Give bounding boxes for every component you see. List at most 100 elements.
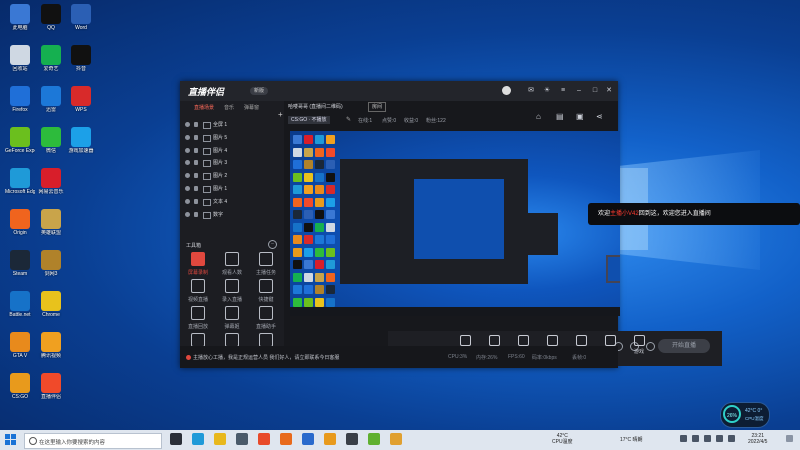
source-item[interactable]: 图片 2: [180, 169, 284, 182]
taskbar-search[interactable]: 在这里输入你要搜索的内容: [24, 433, 162, 449]
source-item[interactable]: 图片 4: [180, 144, 284, 157]
desktop-icon[interactable]: 网易云音乐: [36, 168, 66, 195]
desktop-icon[interactable]: 剑网3: [36, 250, 66, 277]
live-preview[interactable]: [290, 131, 620, 316]
weather[interactable]: 17°C 晴朗: [620, 437, 643, 443]
share-icon[interactable]: ⋖: [596, 112, 603, 121]
notification-icon[interactable]: [786, 435, 793, 442]
toolbox-toggle-icon[interactable]: –: [268, 240, 277, 249]
tab-danmaku[interactable]: 弹幕窗: [244, 104, 259, 111]
gift-icon[interactable]: ⌂: [536, 112, 541, 121]
desktop-icon[interactable]: 迅雷: [36, 86, 66, 113]
lock-icon[interactable]: [194, 147, 198, 153]
eye-icon[interactable]: [185, 185, 190, 191]
lock-icon[interactable]: [194, 160, 198, 166]
taskbar-app-icon[interactable]: [236, 433, 248, 445]
desktop-icon[interactable]: 抖音: [66, 45, 96, 72]
tool-item[interactable]: 视频直播: [181, 279, 215, 303]
source-item[interactable]: 图片 3: [180, 156, 284, 169]
source-item[interactable]: 数字: [180, 208, 284, 221]
taskbar-app-icon[interactable]: [192, 433, 204, 445]
close-icon[interactable]: ✕: [604, 86, 614, 96]
start-live-button[interactable]: 开始直播: [658, 339, 710, 353]
tool-item[interactable]: 直播回放: [181, 306, 215, 330]
lock-icon[interactable]: [194, 211, 198, 217]
clock[interactable]: 23:21 2022/4/5: [748, 433, 767, 445]
eye-icon[interactable]: [185, 198, 190, 204]
lock-icon[interactable]: [194, 173, 198, 179]
cpu-temp-tray[interactable]: 42°C CPU温度: [552, 433, 573, 445]
desktop-icon[interactable]: Battle.net: [5, 291, 35, 318]
desktop-icon[interactable]: 英雄联盟: [36, 209, 66, 236]
desktop-icon[interactable]: 微信: [36, 127, 66, 154]
tab-music[interactable]: 音乐: [224, 104, 234, 111]
danmaku-icon[interactable]: ▤: [556, 112, 564, 121]
eye-icon[interactable]: [185, 211, 190, 217]
tool-item[interactable]: 快捷键: [249, 279, 283, 303]
desktop-icon[interactable]: 回收站: [5, 45, 35, 72]
start-button[interactable]: [5, 434, 17, 446]
desktop-icon[interactable]: Steam: [5, 250, 35, 277]
eye-icon[interactable]: [185, 160, 190, 166]
taskbar-app-icon[interactable]: [280, 433, 292, 445]
tool-item[interactable]: 屏幕录制: [181, 252, 215, 276]
tab-scenes[interactable]: 直播场景: [194, 104, 214, 111]
cpu-widget[interactable]: 26% 42°C 0° CPU温度: [720, 402, 770, 428]
tool-item[interactable]: 录入直播: [215, 279, 249, 303]
camera-icon[interactable]: ▣: [576, 112, 584, 121]
desktop-icon[interactable]: QQ: [36, 4, 66, 31]
taskbar-app-icon[interactable]: [346, 433, 358, 445]
desktop-icon[interactable]: 爱奇艺: [36, 45, 66, 72]
minimize-icon[interactable]: –: [574, 86, 584, 96]
eye-icon[interactable]: [185, 147, 190, 153]
desktop-icon[interactable]: 直播伴侣: [36, 373, 66, 400]
desktop-icon[interactable]: 此电脑: [5, 4, 35, 31]
room-button[interactable]: 房间: [368, 102, 387, 112]
tool-item[interactable]: 主播任务: [249, 252, 283, 276]
taskbar-app-icon[interactable]: [324, 433, 336, 445]
avatar[interactable]: [502, 86, 511, 95]
game-tag[interactable]: CS:GO · 不播放: [288, 116, 330, 124]
desktop-icon[interactable]: Chrome: [36, 291, 66, 318]
language-icon[interactable]: [716, 435, 723, 442]
network-icon[interactable]: [692, 435, 699, 442]
input-method-icon[interactable]: [728, 435, 735, 442]
volume-icon[interactable]: [704, 435, 711, 442]
taskbar-app-icon[interactable]: [302, 433, 314, 445]
maximize-icon[interactable]: □: [590, 86, 600, 96]
mail-icon[interactable]: ✉: [526, 86, 536, 96]
chevron-up-icon[interactable]: [680, 435, 687, 442]
lock-icon[interactable]: [194, 198, 198, 204]
source-item[interactable]: 图片 5: [180, 131, 284, 144]
desktop-icon[interactable]: 腾讯视频: [36, 332, 66, 359]
eye-icon[interactable]: [185, 134, 190, 140]
desktop-icon[interactable]: Microsoft Edge: [5, 168, 35, 195]
edit-icon[interactable]: ✎: [346, 116, 351, 123]
skin-icon[interactable]: ☀: [542, 86, 552, 96]
lock-icon[interactable]: [194, 185, 198, 191]
version-badge[interactable]: 新版: [250, 87, 269, 95]
source-item[interactable]: 图片 1: [180, 182, 284, 195]
desktop-icon[interactable]: 游戏加速器: [66, 127, 96, 154]
lock-icon[interactable]: [194, 134, 198, 140]
lock-icon[interactable]: [194, 122, 198, 127]
eye-icon[interactable]: [185, 173, 190, 179]
desktop-icon[interactable]: GeForce Experience: [5, 127, 35, 154]
desktop-icon[interactable]: WPS: [66, 86, 96, 113]
desktop-icon[interactable]: Word: [66, 4, 96, 31]
taskbar-app-icon[interactable]: [368, 433, 380, 445]
taskbar-app-icon[interactable]: [258, 433, 270, 445]
taskbar-app-icon[interactable]: [390, 433, 402, 445]
eye-icon[interactable]: [185, 122, 190, 127]
desktop-icon[interactable]: GTA V: [5, 332, 35, 359]
desktop-icon[interactable]: Origin: [5, 209, 35, 236]
desktop-icon[interactable]: Firefox: [5, 86, 35, 113]
tool-item[interactable]: 弹幕姬: [215, 306, 249, 330]
taskbar-app-icon[interactable]: [214, 433, 226, 445]
desktop-icon[interactable]: CS:GO: [5, 373, 35, 400]
source-item[interactable]: 全屏 1: [180, 118, 284, 131]
tool-item[interactable]: 观看人数: [215, 252, 249, 276]
source-item[interactable]: 文本 4: [180, 195, 284, 208]
menu-icon[interactable]: ≡: [558, 86, 568, 96]
taskbar-app-icon[interactable]: [170, 433, 182, 445]
